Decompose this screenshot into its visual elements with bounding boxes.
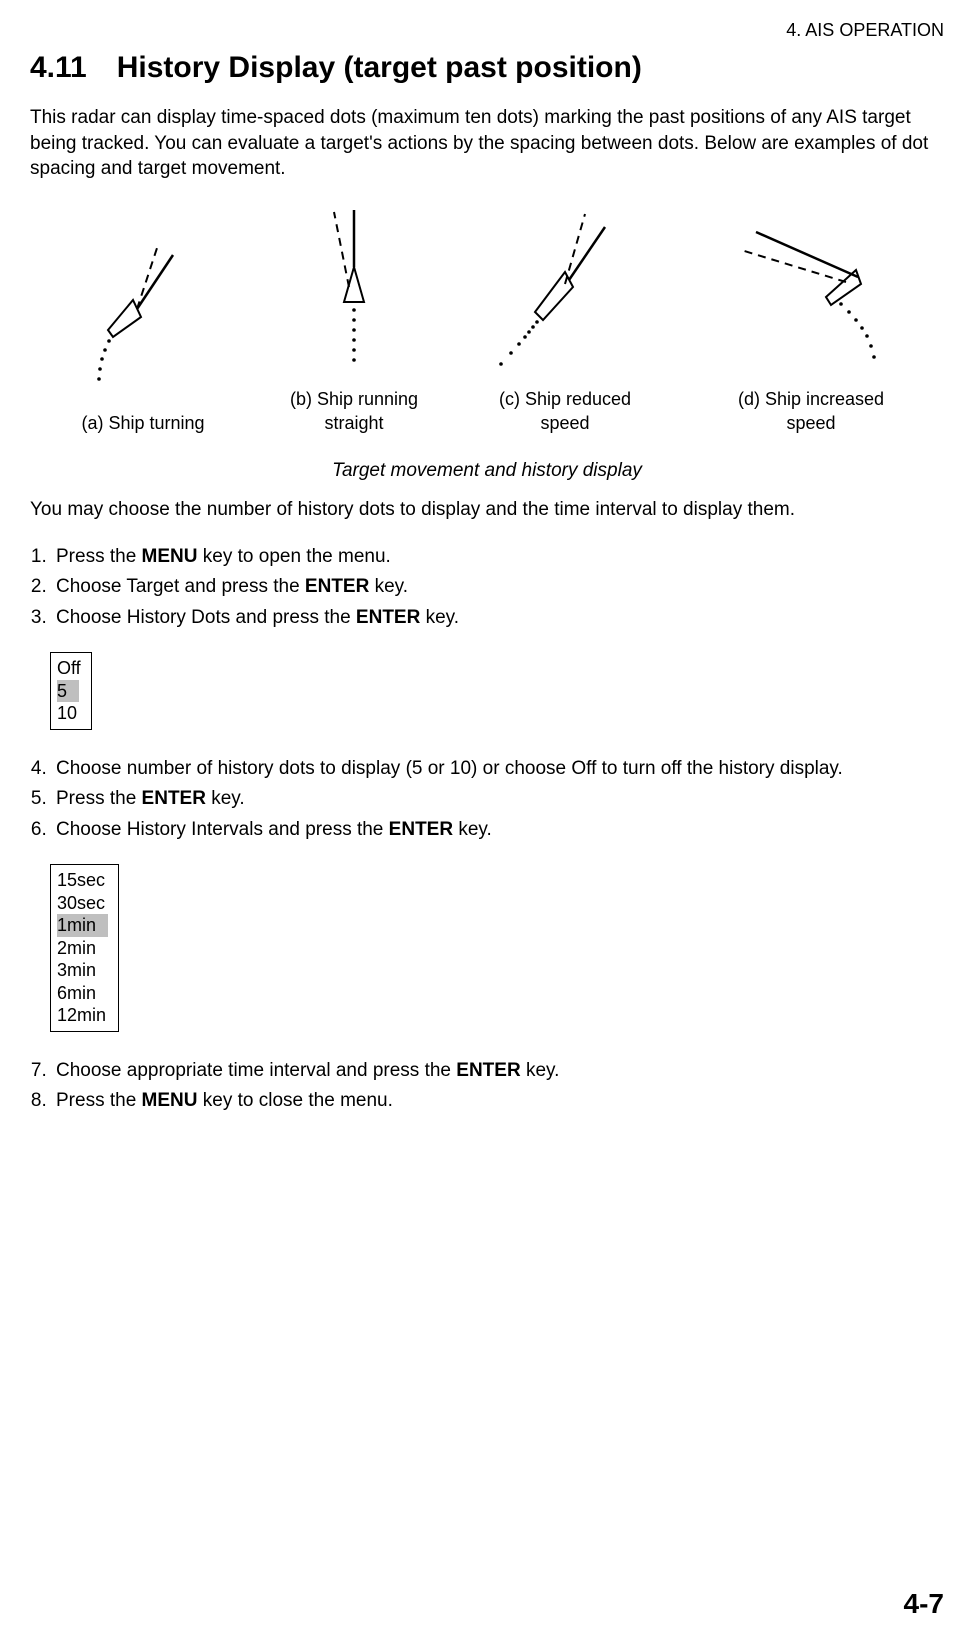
- figure-c: (c) Ship reduced speed: [485, 202, 645, 435]
- ship-increased-icon: [711, 202, 911, 382]
- figure-d: (d) Ship increased speed: [711, 202, 911, 435]
- history-dots-menu: Off 5 10: [50, 652, 92, 730]
- menu-option-5: 5: [57, 680, 79, 703]
- step-5: Press the ENTER key.: [52, 785, 944, 814]
- menu-option-2min: 2min: [57, 937, 108, 960]
- enter-key: ENTER: [142, 788, 206, 809]
- menu-option-off: Off: [57, 657, 81, 680]
- history-intervals-menu: 15sec 30sec 1min 2min 3min 6min 12min: [50, 864, 119, 1032]
- steps-list-3: Choose appropriate time interval and pre…: [30, 1057, 944, 1116]
- figure-b-label-2: straight: [289, 412, 419, 435]
- step-6: Choose History Intervals and press the E…: [52, 816, 944, 845]
- section-heading: 4.11 History Display (target past positio…: [30, 51, 944, 85]
- enter-key: ENTER: [356, 607, 420, 628]
- page-number: 4-7: [904, 1588, 944, 1620]
- menu-key: MENU: [142, 1090, 198, 1111]
- step-2: Choose Target and press the ENTER key.: [52, 573, 944, 602]
- menu-option-10: 10: [57, 702, 81, 725]
- steps-list-2: Choose number of history dots to display…: [30, 755, 944, 845]
- enter-key: ENTER: [389, 819, 453, 840]
- menu-key: MENU: [142, 546, 198, 567]
- figure-a-label: (a) Ship turning: [63, 412, 223, 435]
- figure-caption: Target movement and history display: [30, 460, 944, 482]
- step-8: Press the MENU key to close the menu.: [52, 1087, 944, 1116]
- figure-a: (a) Ship turning: [63, 225, 223, 435]
- enter-key: ENTER: [305, 576, 369, 597]
- paragraph-2: You may choose the number of history dot…: [30, 497, 944, 523]
- page: 4. AIS OPERATION 4.11 History Display (ta…: [0, 0, 974, 1640]
- menu-option-30sec: 30sec: [57, 892, 108, 915]
- ship-straight-icon: [289, 202, 419, 382]
- step-7: Choose appropriate time interval and pre…: [52, 1057, 944, 1086]
- figure-d-label-1: (d) Ship increased: [711, 388, 911, 411]
- steps-list-1: Press the MENU key to open the menu. Cho…: [30, 543, 944, 633]
- intro-paragraph: This radar can display time-spaced dots …: [30, 105, 944, 182]
- ship-reduced-icon: [485, 202, 645, 382]
- menu-option-6min: 6min: [57, 982, 108, 1005]
- section-number: 4.11: [30, 51, 87, 85]
- menu-option-1min: 1min: [57, 914, 108, 937]
- step-1: Press the MENU key to open the menu.: [52, 543, 944, 572]
- step-3: Choose History Dots and press the ENTER …: [52, 604, 944, 633]
- chapter-header: 4. AIS OPERATION: [30, 20, 944, 41]
- ship-turning-icon: [63, 225, 223, 405]
- figure-b: (b) Ship running straight: [289, 202, 419, 435]
- step-4: Choose number of history dots to display…: [52, 755, 944, 784]
- menu-option-12min: 12min: [57, 1004, 108, 1027]
- menu-option-15sec: 15sec: [57, 869, 108, 892]
- section-title: History Display (target past position): [117, 51, 642, 84]
- menu-option-3min: 3min: [57, 959, 108, 982]
- figure-c-label-2: speed: [485, 412, 645, 435]
- enter-key: ENTER: [456, 1060, 520, 1081]
- figure-row: (a) Ship turning (b) Ship running: [30, 202, 944, 435]
- figure-d-label-2: speed: [711, 412, 911, 435]
- figure-c-label-1: (c) Ship reduced: [485, 388, 645, 411]
- figure-b-label-1: (b) Ship running: [289, 388, 419, 411]
